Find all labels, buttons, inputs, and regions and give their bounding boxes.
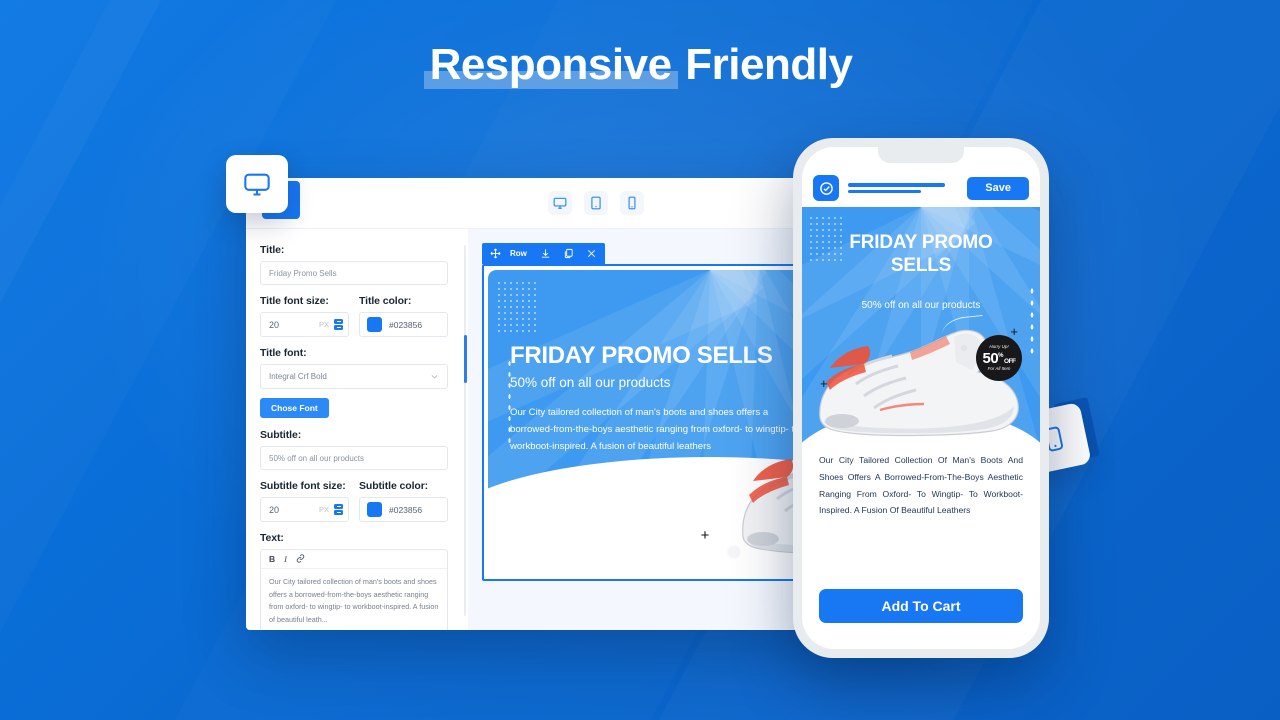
scrollbar-track (464, 245, 466, 616)
phone-banner-title-line2: SELLS (890, 255, 952, 277)
device-tab-tablet[interactable] (584, 191, 608, 215)
subtitle-color-label: Subtitle color: (359, 480, 429, 492)
rich-text-content[interactable]: Our City tailored collection of man's bo… (261, 569, 447, 630)
title-color-group: Title color: #023856 (359, 295, 448, 337)
title-color-swatch[interactable] (367, 317, 382, 332)
rich-text-editor: B I Our City tailored collection of man'… (260, 549, 448, 630)
subtitle-font-size-value: 20 (269, 504, 280, 515)
duplicate-icon[interactable] (557, 243, 580, 264)
subtitle-input[interactable]: 50% off on all our products (260, 446, 448, 470)
chose-font-button[interactable]: Chose Font (260, 398, 329, 418)
badge-percent: % (998, 352, 1004, 359)
phone-title-placeholder (848, 183, 958, 193)
row-toolbar-label: Row (510, 249, 527, 258)
monitor-icon (244, 173, 270, 196)
save-button[interactable]: Save (967, 176, 1029, 200)
subtitle-size-color-row: Subtitle font size: 20 PX Subtitle color… (260, 480, 448, 522)
italic-icon[interactable]: I (284, 554, 287, 564)
title-font-size-value: 20 (269, 319, 280, 330)
subtitle-font-size-group: Subtitle font size: 20 PX (260, 480, 349, 522)
scrollbar-thumb[interactable] (464, 335, 467, 383)
title-font-size-group: Title font size: 20 PX (260, 295, 349, 337)
phone-body-text: Our City Tailored Collection Of Man's Bo… (819, 455, 1023, 516)
check-circle-icon[interactable] (813, 175, 839, 201)
badge-number: 50 (982, 349, 999, 367)
title-color-picker[interactable]: #023856 (359, 312, 448, 337)
banner-plus-marker-bottom: + (700, 527, 710, 544)
download-icon[interactable] (534, 243, 557, 264)
phone-banner-title-line1: FRIDAY PROMO (849, 232, 993, 253)
device-tab-mobile[interactable] (620, 191, 644, 215)
phone-topbar: Save (802, 169, 1040, 207)
title-font-select[interactable]: Integral Crf Bold (260, 364, 448, 389)
badge-off: OFF (1004, 357, 1016, 365)
stepper-spinner-icon[interactable] (334, 503, 343, 516)
tablet-icon (591, 196, 601, 210)
badge-line3: For All Item (987, 365, 1011, 371)
title-size-color-row: Title font size: 20 PX Title color: #023… (260, 295, 448, 337)
bold-icon[interactable]: B (269, 554, 275, 564)
phone-body: Our City Tailored Collection Of Man's Bo… (802, 452, 1040, 519)
subtitle-color-group: Subtitle color: #023856 (359, 480, 448, 522)
move-icon[interactable] (484, 243, 507, 264)
stepper-spinner-icon[interactable] (334, 318, 343, 331)
phone-banner-title: FRIDAY PROMO SELLS (802, 231, 1040, 277)
desktop-badge-card (226, 155, 288, 213)
subtitle-font-size-unit: PX (318, 505, 329, 514)
banner-title: FRIDAY PROMO SELLS (510, 342, 773, 369)
title-font-size-label: Title font size: (260, 295, 329, 307)
text-label: Text: (260, 532, 284, 544)
banner-dot-column-right (1029, 285, 1035, 357)
badge-amount: 50%OFF (982, 349, 1016, 367)
close-icon[interactable] (580, 243, 603, 264)
chevron-down-icon (431, 375, 438, 379)
title-color-label: Title color: (359, 295, 412, 307)
title-font-size-stepper[interactable]: 20 PX (260, 312, 349, 337)
mobile-icon (628, 196, 636, 210)
badge-line1: Hurry Up! (989, 344, 1009, 349)
phone-banner: FRIDAY PROMO SELLS 50% off on all our pr… (802, 207, 1040, 452)
title-font-label: Title font: (260, 347, 307, 359)
link-icon[interactable] (296, 553, 305, 565)
properties-sidebar: Title: Friday Promo Sells Title font siz… (246, 229, 462, 630)
phone-banner-subtitle: 50% off on all our products (861, 300, 981, 311)
page-title: Responsive Friendly (0, 40, 1280, 90)
title-label: Title: (260, 244, 285, 256)
subtitle-color-swatch[interactable] (367, 502, 382, 517)
headline-word-friendly: Friendly (673, 40, 853, 89)
device-preview-tabs (548, 191, 644, 215)
headline-word-responsive: Responsive (429, 40, 672, 89)
title-color-hex: #023856 (389, 319, 423, 330)
subtitle-font-size-stepper[interactable]: 20 PX (260, 497, 349, 522)
title-input[interactable]: Friday Promo Sells (260, 261, 448, 285)
monitor-icon (553, 197, 567, 209)
title-font-size-unit: PX (318, 320, 329, 329)
subtitle-color-hex: #023856 (389, 504, 423, 515)
title-font-value: Integral Crf Bold (269, 372, 327, 381)
rich-text-toolbar: B I (261, 550, 447, 569)
phone-mockup: Save FRIDAY PROMO SELLS 50% off on all o… (793, 138, 1049, 658)
subtitle-label: Subtitle: (260, 429, 302, 441)
row-toolbar: Row (482, 243, 605, 264)
banner-subtitle: 50% off on all our products (510, 375, 671, 390)
subtitle-font-size-label: Subtitle font size: (260, 480, 346, 492)
headline-highlight: Responsive (423, 40, 678, 90)
subtitle-color-picker[interactable]: #023856 (359, 497, 448, 522)
phone-screen: Save FRIDAY PROMO SELLS 50% off on all o… (802, 147, 1040, 649)
discount-badge: Hurry Up! 50%OFF For All Item (976, 335, 1022, 381)
phone-notch (878, 147, 964, 163)
device-tab-desktop[interactable] (548, 191, 572, 215)
banner-dot-pattern (496, 280, 538, 334)
add-to-cart-button[interactable]: Add To Cart (819, 589, 1023, 623)
